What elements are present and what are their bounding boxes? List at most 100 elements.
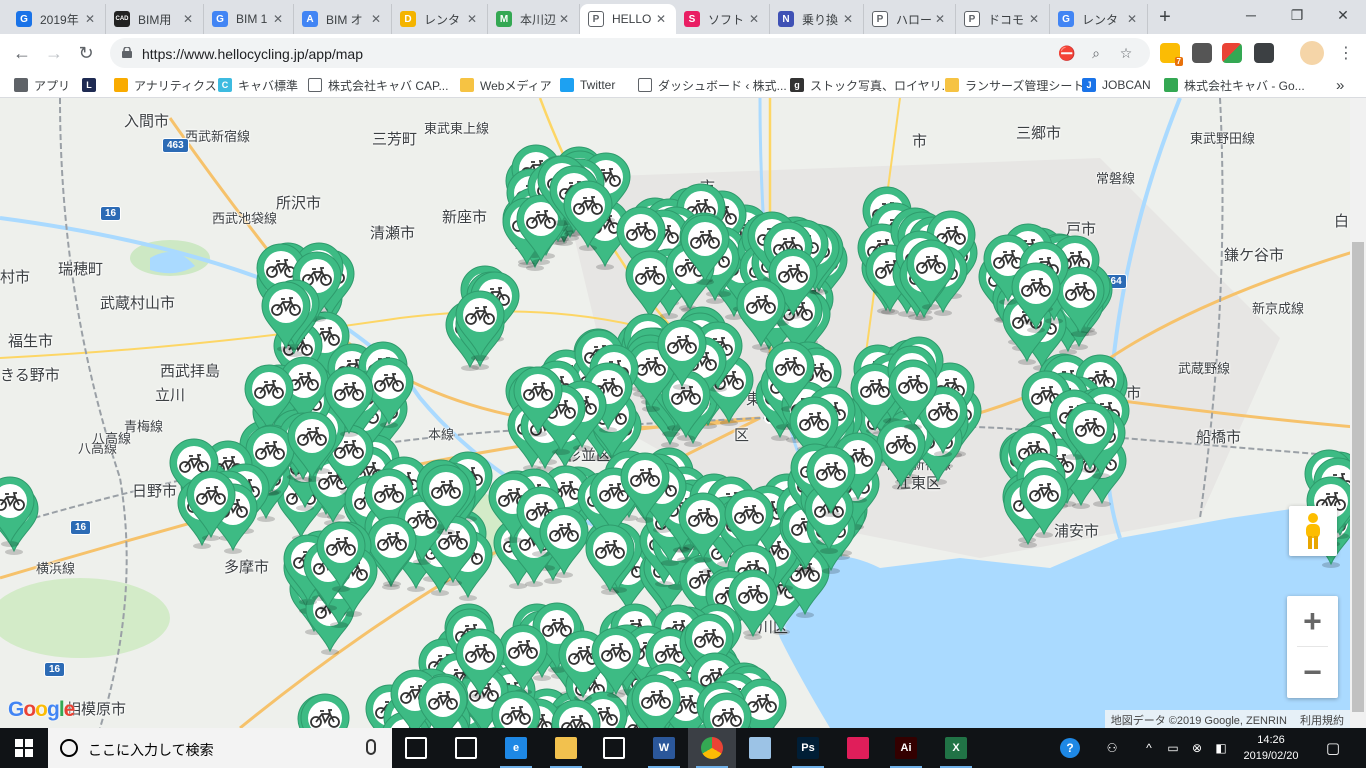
cycle-station-pin[interactable] (1016, 464, 1072, 538)
store-taskbar-button[interactable] (442, 728, 490, 768)
bookmark-label[interactable]: ストック写真、ロイヤリ... (810, 77, 952, 94)
bookmark-label[interactable]: 株式会社キャバ - Go... (1184, 77, 1305, 94)
cycle-station-pin[interactable] (510, 363, 566, 437)
cycle-station-pin[interactable] (548, 696, 604, 728)
lock-icon[interactable] (122, 47, 132, 58)
browser-tab[interactable]: G レンタ ✕ (1050, 4, 1148, 34)
site-settings-icon[interactable]: ⛔ (1058, 45, 1075, 61)
bookmark-item[interactable]: アナリティクス (114, 77, 217, 93)
browser-tab[interactable]: N 乗り換 ✕ (770, 4, 864, 34)
bookmark-label[interactable]: アナリティクス (134, 77, 217, 94)
notepad-taskbar-button[interactable] (736, 728, 784, 768)
cycle-station-pin[interactable] (258, 278, 314, 352)
extension-tools-icon[interactable] (1192, 43, 1212, 63)
cycle-station-pin[interactable] (313, 518, 369, 593)
edge-taskbar-button[interactable]: e (492, 728, 540, 768)
help-icon[interactable]: ? (1058, 728, 1082, 768)
tab-close-icon[interactable]: ✕ (654, 12, 668, 26)
browser-tab[interactable]: P ハロー ✕ (864, 4, 956, 34)
word-taskbar-button[interactable]: W (640, 728, 688, 768)
mail-taskbar-button[interactable] (590, 728, 638, 768)
new-tab-button[interactable]: + (1154, 6, 1176, 28)
cycle-station-pin[interactable] (183, 467, 239, 542)
cycle-station-pin[interactable] (677, 211, 733, 285)
browser-tab[interactable]: G 2019年 ✕ (8, 4, 106, 34)
reload-button[interactable]: ↻ (74, 41, 98, 65)
bookmarks-more-button[interactable]: » (1336, 77, 1344, 94)
people-icon[interactable]: ⚇ (1100, 728, 1124, 768)
start-button[interactable] (0, 728, 48, 768)
cycle-station-pin[interactable] (903, 236, 959, 311)
cycle-station-pin[interactable] (560, 177, 616, 252)
slack-taskbar-button[interactable] (834, 728, 882, 768)
browser-tab[interactable]: D レンタ ✕ (392, 4, 488, 34)
cycle-station-pin[interactable] (1062, 399, 1118, 473)
bookmark-label[interactable]: Twitter (580, 78, 615, 92)
scrollbar-thumb[interactable] (1352, 242, 1364, 712)
bookmark-label[interactable]: キャバ標準 (238, 77, 298, 94)
task-view-taskbar-button[interactable] (392, 728, 440, 768)
terms-link[interactable]: 利用規約 (1300, 715, 1344, 727)
battery-icon[interactable]: ▭ (1162, 728, 1184, 768)
minimize-button[interactable]: ─ (1228, 0, 1274, 30)
bookmark-item[interactable]: J JOBCAN (1082, 77, 1151, 93)
illustrator-taskbar-button[interactable]: Ai (882, 728, 930, 768)
bookmark-label[interactable]: 株式会社キャバ CAP... (328, 77, 448, 94)
cycle-station-pin[interactable] (1008, 259, 1064, 333)
bookmark-item[interactable]: アプリ (14, 77, 70, 93)
cycle-station-pin[interactable] (699, 689, 755, 728)
excel-taskbar-button[interactable]: X (932, 728, 980, 768)
cycle-station-pin[interactable] (418, 461, 474, 535)
bookmark-item[interactable]: g ストック写真、ロイヤリ... (790, 77, 952, 93)
bookmark-label[interactable]: JOBCAN (1102, 78, 1151, 92)
back-button[interactable]: ← (10, 41, 34, 65)
tab-close-icon[interactable]: ✕ (83, 12, 97, 26)
search-placeholder[interactable]: ここに入力して検索 (88, 740, 214, 760)
tab-close-icon[interactable]: ✕ (369, 12, 383, 26)
browser-tab[interactable]: CAD BIM用 ✕ (106, 4, 204, 34)
restore-button[interactable]: ❐ (1274, 0, 1320, 30)
network-icon[interactable]: ⊗ (1186, 728, 1208, 768)
bookmark-item[interactable]: ランサーズ管理シート (945, 77, 1084, 93)
close-window-button[interactable]: ✕ (1320, 0, 1366, 30)
zoom-in-button[interactable]: + (1287, 596, 1338, 646)
tab-close-icon[interactable]: ✕ (465, 12, 479, 26)
zoom-out-button[interactable]: − (1287, 647, 1338, 697)
cortana-icon[interactable] (60, 739, 78, 757)
taskbar-search[interactable]: ここに入力して検索 (48, 728, 392, 768)
cycle-station-pin[interactable] (415, 672, 471, 728)
cycle-station-pin[interactable] (582, 521, 638, 596)
tab-close-icon[interactable]: ✕ (271, 12, 285, 26)
browser-tab[interactable]: S ソフト ✕ (676, 4, 770, 34)
system-clock[interactable]: 14:26 2019/02/20 (1238, 732, 1304, 764)
extension-shield-icon[interactable] (1254, 43, 1274, 63)
cycle-station-pin[interactable] (284, 408, 340, 483)
browser-tab[interactable]: M 本川辺 ✕ (488, 4, 580, 34)
bookmark-item[interactable]: Webメディア (460, 77, 552, 93)
address-bar[interactable]: https://www.hellocycling.jp/app/map ⛔ ⌕ … (110, 38, 1150, 68)
browser-tab[interactable]: A BIM オ ✕ (294, 4, 392, 34)
map-viewport[interactable]: 入間市西武新宿線所沢市西武池袋線三芳町東武東上線新座市和光清瀬市瑞穂町武蔵村山市… (0, 98, 1366, 728)
cycle-station-pin[interactable] (885, 356, 941, 430)
show-hidden-icons[interactable]: ^ (1140, 728, 1158, 768)
cycle-station-pin[interactable] (617, 449, 673, 523)
bookmark-item[interactable]: 株式会社キャバ - Go... (1164, 77, 1305, 93)
tab-close-icon[interactable]: ✕ (1125, 12, 1139, 26)
tab-close-icon[interactable]: ✕ (933, 12, 947, 26)
browser-tab[interactable]: P ドコモ ✕ (956, 4, 1050, 34)
zoom-icon[interactable]: ⌕ (1088, 45, 1104, 61)
tab-close-icon[interactable]: ✕ (181, 12, 195, 26)
cycle-station-pin[interactable] (628, 671, 684, 728)
extension-google-icon[interactable] (1222, 43, 1242, 63)
ime-icon[interactable]: ◧ (1210, 728, 1232, 768)
bookmark-label[interactable]: Webメディア (480, 77, 552, 94)
bookmark-label[interactable]: ダッシュボード ‹ 株式... (658, 77, 787, 94)
street-view-pegman-icon[interactable] (1289, 506, 1337, 556)
url-text[interactable]: https://www.hellocycling.jp/app/map (142, 46, 363, 62)
cycle-station-pin[interactable] (0, 473, 38, 548)
page-scrollbar[interactable] (1350, 98, 1366, 728)
bookmark-item[interactable]: C キャバ標準 (218, 77, 298, 93)
browser-tab[interactable]: G BIM 1 ✕ (204, 4, 294, 34)
profile-avatar[interactable] (1300, 41, 1324, 65)
notifications-icon[interactable]: ▢ (1318, 728, 1348, 768)
